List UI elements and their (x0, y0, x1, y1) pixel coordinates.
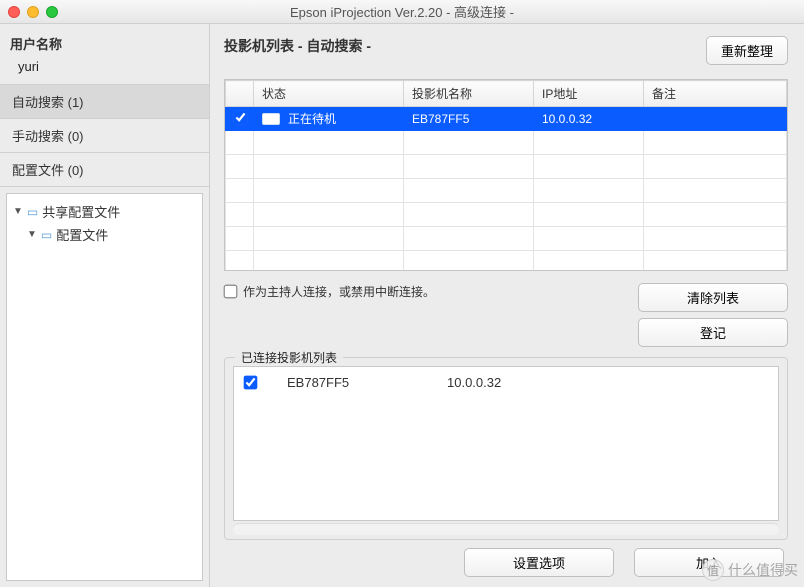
main-panel: 投影机列表 - 自动搜索 - 重新整理 状态 投影机名称 IP地址 备注 (210, 24, 804, 587)
row-name: EB787FF5 (404, 107, 534, 131)
col-name[interactable]: 投影机名称 (404, 81, 534, 107)
connected-checkbox[interactable] (244, 376, 258, 390)
col-status[interactable]: 状态 (254, 81, 404, 107)
scrollbar[interactable] (233, 523, 779, 535)
sidebar: 用户名称 yuri 自动搜索 (1) 手动搜索 (0) 配置文件 (0) ▼ ▭… (0, 24, 210, 587)
watermark-text: 什么值得买 (728, 560, 798, 580)
window-title: Epson iProjection Ver.2.20 - 高级连接 - (0, 2, 804, 21)
host-checkbox[interactable] (224, 285, 238, 299)
tree-label: 配置文件 (56, 225, 108, 244)
sidebar-item-profiles[interactable]: 配置文件 (0) (0, 153, 209, 187)
connected-title: 已连接投影机列表 (235, 349, 343, 366)
col-note[interactable]: 备注 (644, 81, 787, 107)
connected-ip: 10.0.0.32 (447, 375, 501, 390)
table-row[interactable] (226, 131, 787, 155)
col-check (226, 81, 254, 107)
projector-icon (262, 113, 280, 125)
row-note (644, 107, 787, 131)
titlebar: Epson iProjection Ver.2.20 - 高级连接 - (0, 0, 804, 24)
list-item[interactable]: EB787FF5 10.0.0.32 (244, 375, 768, 390)
folder-icon: ▭ (41, 228, 52, 242)
user-label: 用户名称 (0, 34, 209, 59)
tree-item-shared[interactable]: ▼ ▭ 共享配置文件 (13, 200, 196, 223)
projector-list-title: 投影机列表 - 自动搜索 - (224, 36, 371, 56)
sidebar-item-autosearch[interactable]: 自动搜索 (1) (0, 85, 209, 119)
table-row[interactable] (226, 155, 787, 179)
disclosure-triangle-icon[interactable]: ▼ (27, 229, 37, 240)
watermark-icon: 值 (702, 559, 724, 581)
profile-tree: ▼ ▭ 共享配置文件 ▼ ▭ 配置文件 (6, 193, 203, 581)
row-ip: 10.0.0.32 (534, 107, 644, 131)
row-checkbox[interactable] (234, 110, 248, 124)
table-row[interactable]: 正在待机 EB787FF5 10.0.0.32 (226, 107, 787, 131)
watermark: 值 什么值得买 (702, 559, 798, 581)
disclosure-triangle-icon[interactable]: ▼ (13, 206, 23, 217)
row-status: 正在待机 (288, 110, 336, 127)
refresh-button[interactable]: 重新整理 (706, 36, 788, 65)
options-button[interactable]: 设置选项 (464, 548, 614, 577)
tree-item-profiles[interactable]: ▼ ▭ 配置文件 (13, 223, 196, 246)
table-row[interactable] (226, 203, 787, 227)
table-row[interactable] (226, 179, 787, 203)
host-checkbox-label: 作为主持人连接，或禁用中断连接。 (243, 283, 435, 300)
col-ip[interactable]: IP地址 (534, 81, 644, 107)
sidebar-item-manualsearch[interactable]: 手动搜索 (0) (0, 119, 209, 153)
table-row[interactable] (226, 251, 787, 272)
username: yuri (0, 59, 209, 84)
connected-name: EB787FF5 (287, 375, 417, 390)
register-button[interactable]: 登记 (638, 318, 788, 347)
connected-list: EB787FF5 10.0.0.32 (233, 366, 779, 521)
tree-label: 共享配置文件 (42, 202, 120, 221)
clear-list-button[interactable]: 清除列表 (638, 283, 788, 312)
folder-icon: ▭ (27, 205, 38, 219)
connected-group: 已连接投影机列表 EB787FF5 10.0.0.32 (224, 357, 788, 540)
projector-table: 状态 投影机名称 IP地址 备注 正在待机 EB787FF5 10.0.0.32 (224, 79, 788, 271)
table-row[interactable] (226, 227, 787, 251)
